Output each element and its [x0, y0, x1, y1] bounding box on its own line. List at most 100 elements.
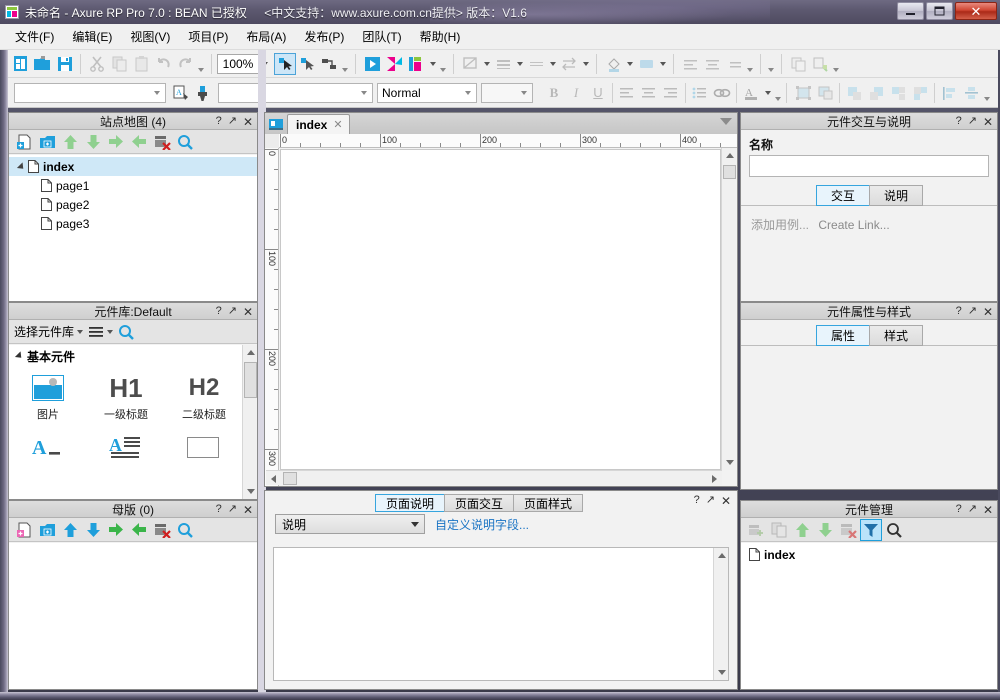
menu-publish[interactable]: 发布(P): [295, 24, 353, 49]
font-size-select[interactable]: [218, 83, 373, 103]
move-up-icon[interactable]: [59, 131, 81, 153]
line-style-icon[interactable]: [492, 53, 514, 75]
float-icon[interactable]: ↗: [228, 306, 237, 317]
align-right-icon[interactable]: [723, 53, 745, 75]
shape-color-icon[interactable]: [635, 53, 657, 75]
minimize-button[interactable]: [897, 2, 924, 20]
close-button[interactable]: ✕: [955, 2, 997, 20]
overflow-chevron-icon[interactable]: [982, 82, 992, 104]
indent-right-icon[interactable]: [105, 131, 127, 153]
fill-color-icon[interactable]: [602, 53, 624, 75]
tab-styles[interactable]: 样式: [869, 325, 923, 346]
text-style-select[interactable]: Normal: [377, 83, 477, 103]
scroll-thumb[interactable]: [244, 362, 257, 398]
close-icon[interactable]: ✕: [983, 116, 993, 128]
menu-layout[interactable]: 布局(A): [237, 24, 295, 49]
add-folder-icon[interactable]: [36, 519, 58, 541]
overflow-chevron-icon[interactable]: [773, 82, 783, 104]
search-icon[interactable]: [174, 131, 196, 153]
canvas-tab-index[interactable]: index ✕: [287, 114, 350, 134]
chevron-down-icon[interactable]: [762, 82, 773, 104]
layer-front-icon[interactable]: [843, 82, 865, 104]
delete-master-icon[interactable]: [151, 519, 173, 541]
overflow-chevron-icon[interactable]: [831, 53, 841, 75]
extra-select[interactable]: [481, 83, 533, 103]
indent-right-icon[interactable]: [105, 519, 127, 541]
preview-icon[interactable]: [361, 53, 383, 75]
delete-widget-icon[interactable]: [837, 519, 859, 541]
crop-image-icon[interactable]: [459, 53, 481, 75]
float-icon[interactable]: ↗: [968, 116, 977, 127]
chevron-down-icon[interactable]: [547, 53, 558, 75]
add-case-link[interactable]: 添加用例...: [751, 218, 809, 232]
help-icon[interactable]: ?: [956, 504, 962, 515]
close-icon[interactable]: ✕: [333, 118, 342, 131]
scroll-thumb[interactable]: [283, 472, 297, 485]
float-icon[interactable]: ↗: [706, 495, 715, 506]
widget-category-basic[interactable]: 基本元件: [9, 345, 257, 367]
chevron-down-icon[interactable]: [657, 53, 668, 75]
tab-page-style[interactable]: 页面样式: [513, 494, 583, 512]
connector-tool-icon[interactable]: [318, 53, 340, 75]
align-widgets-icon[interactable]: [938, 82, 960, 104]
style-brush-icon[interactable]: [192, 82, 214, 104]
search-icon[interactable]: [883, 519, 905, 541]
widget-item-text-label[interactable]: A: [9, 427, 87, 465]
move-down-icon[interactable]: [82, 131, 104, 153]
zoom-value[interactable]: 100%: [217, 54, 259, 74]
sitemap-node-index[interactable]: index: [9, 157, 257, 176]
widget-item-h1[interactable]: H1 一级标题: [87, 367, 165, 427]
scroll-down-arrow[interactable]: [714, 665, 729, 680]
help-icon[interactable]: ?: [216, 116, 222, 127]
overflow-chevron-icon[interactable]: [196, 53, 206, 75]
canvas-vscrollbar[interactable]: [721, 148, 736, 470]
overflow-chevron-icon[interactable]: [438, 53, 448, 75]
chevron-down-icon[interactable]: [481, 53, 492, 75]
widget-name-input[interactable]: [749, 155, 989, 177]
paste-icon[interactable]: [130, 53, 152, 75]
open-folder-icon[interactable]: [31, 53, 53, 75]
move-down-icon[interactable]: [814, 519, 836, 541]
overflow-chevron-icon[interactable]: [766, 53, 776, 75]
cut-icon[interactable]: [86, 53, 108, 75]
align-left-text-icon[interactable]: [616, 82, 638, 104]
bullet-list-icon[interactable]: [689, 82, 711, 104]
menu-project[interactable]: 项目(P): [179, 24, 237, 49]
arrow-style-icon[interactable]: [558, 53, 580, 75]
distribute-icon[interactable]: [960, 82, 982, 104]
custom-fields-link[interactable]: 自定义说明字段...: [435, 516, 529, 533]
library-select-dropdown[interactable]: 选择元件库: [14, 323, 83, 340]
publish-dropdown-icon[interactable]: [427, 53, 438, 75]
widget-item-rectangle[interactable]: [165, 427, 243, 465]
scroll-up-arrow[interactable]: [243, 345, 257, 360]
overflow-chevron-icon[interactable]: [340, 53, 350, 75]
menu-team[interactable]: 团队(T): [353, 24, 410, 49]
create-link-link[interactable]: Create Link...: [818, 218, 889, 232]
close-icon[interactable]: ✕: [983, 504, 993, 516]
scroll-thumb[interactable]: [723, 165, 736, 179]
close-icon[interactable]: ✕: [721, 495, 731, 507]
float-icon[interactable]: ↗: [228, 116, 237, 127]
expand-arrow-icon[interactable]: [15, 163, 28, 171]
sitemap-node-page3[interactable]: page3: [9, 214, 257, 233]
ungroup-icon[interactable]: [809, 53, 831, 75]
bring-front-icon[interactable]: [792, 82, 814, 104]
format-painter-icon[interactable]: A: [170, 82, 192, 104]
masters-tree[interactable]: [9, 543, 257, 689]
close-icon[interactable]: ✕: [243, 116, 253, 128]
chevron-down-icon[interactable]: [514, 53, 525, 75]
scroll-down-arrow[interactable]: [722, 455, 737, 470]
chevron-down-icon[interactable]: [720, 118, 732, 125]
layer-back-icon[interactable]: [865, 82, 887, 104]
new-file-icon[interactable]: [9, 53, 31, 75]
notes-scrollbar[interactable]: [713, 548, 728, 680]
tab-interactions[interactable]: 交互: [816, 185, 870, 206]
point-tool-icon[interactable]: [296, 53, 318, 75]
add-widget-icon[interactable]: [745, 519, 767, 541]
delete-page-icon[interactable]: [151, 131, 173, 153]
add-page-icon[interactable]: [13, 131, 35, 153]
sitemap-node-page1[interactable]: page1: [9, 176, 257, 195]
help-icon[interactable]: ?: [956, 306, 962, 317]
maximize-button[interactable]: [926, 2, 953, 20]
add-master-icon[interactable]: [13, 519, 35, 541]
